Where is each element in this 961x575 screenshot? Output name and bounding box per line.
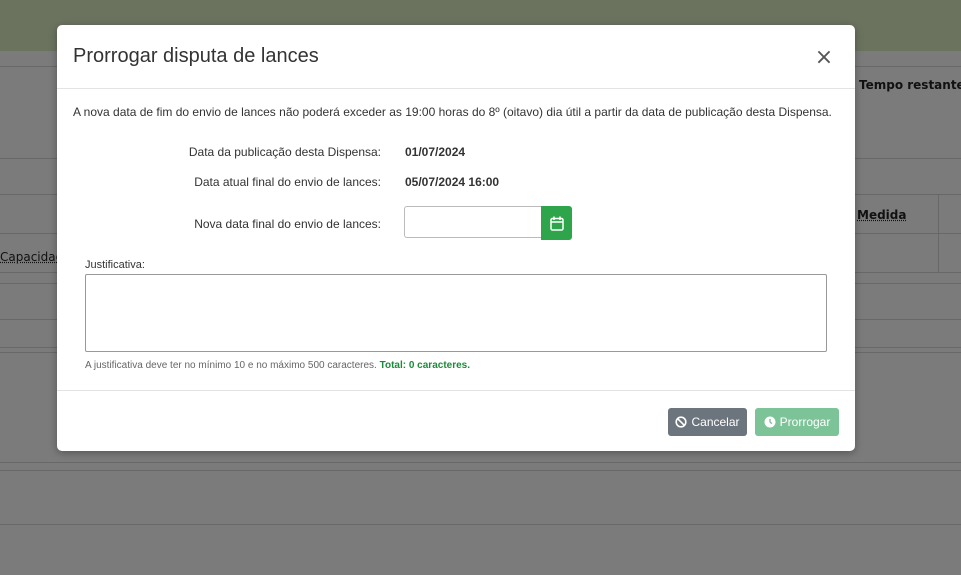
calendar-icon	[549, 216, 564, 231]
current-end-date-value: 05/07/2024 16:00	[405, 175, 500, 189]
dialog-footer-divider	[57, 390, 855, 391]
justification-textarea[interactable]	[85, 274, 827, 352]
background-divider	[0, 462, 961, 463]
close-icon[interactable]: ×	[811, 45, 837, 71]
clock-icon	[764, 416, 776, 428]
background-divider	[0, 470, 961, 471]
justification-help-text: A justificativa deve ter no mínimo 10 e …	[85, 360, 377, 371]
dialog-header: Prorrogar disputa de lances ×	[57, 25, 855, 89]
publication-date-value: 01/07/2024	[405, 145, 466, 159]
justification-label: Justificativa:	[85, 259, 145, 271]
background-divider	[0, 524, 961, 525]
publication-date-label: Data da publicação desta Dispensa:	[188, 145, 381, 159]
new-end-date-label: Nova data final do envio de lances:	[194, 217, 381, 231]
current-end-date-label: Data atual final do envio de lances:	[194, 175, 381, 189]
extend-button-label: Prorrogar	[779, 415, 831, 429]
remaining-time-label: Tempo restante pa	[859, 78, 961, 92]
deadline-notice: A nova data de fim do envio de lances nã…	[73, 105, 832, 119]
ban-icon	[675, 416, 688, 428]
background-column-divider	[938, 194, 939, 272]
new-end-date-input[interactable]	[404, 206, 541, 238]
calendar-button[interactable]	[541, 206, 572, 240]
extend-bidding-dialog: Prorrogar disputa de lances × A nova dat…	[57, 25, 855, 451]
cancel-button-label: Cancelar	[691, 415, 740, 429]
measure-column-header[interactable]: Medida	[857, 208, 906, 222]
cancel-button[interactable]: Cancelar	[668, 408, 747, 436]
justification-help: A justificativa deve ter no mínimo 10 e …	[85, 360, 470, 371]
dialog-title: Prorrogar disputa de lances	[73, 45, 319, 67]
extend-button[interactable]: Prorrogar	[755, 408, 839, 436]
character-count: Total: 0 caracteres.	[379, 360, 471, 371]
